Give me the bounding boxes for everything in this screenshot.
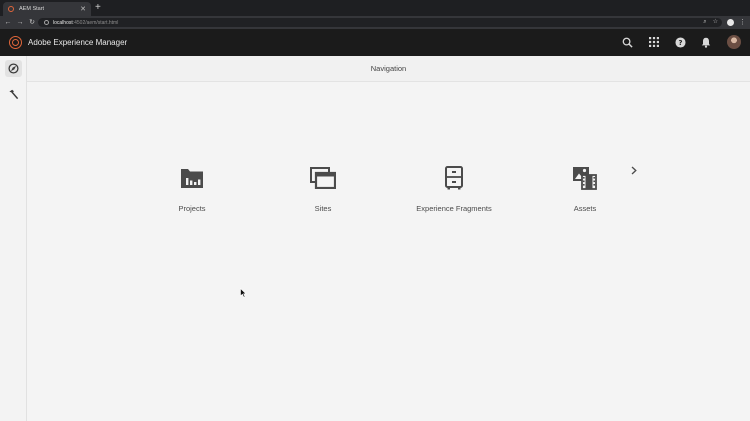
user-avatar[interactable] — [727, 35, 741, 49]
browser-menu-icon[interactable]: ⋮ — [739, 17, 746, 28]
tools-hammer-icon[interactable] — [5, 86, 22, 103]
nav-card-experience-fragments[interactable]: Experience Fragments — [394, 163, 514, 223]
site-info-icon[interactable] — [44, 20, 49, 25]
zoom-icon[interactable]: ⌕ — [703, 18, 706, 27]
new-tab-icon[interactable]: + — [95, 2, 101, 14]
nav-card-label: Sites — [314, 204, 332, 213]
mouse-cursor-icon — [240, 288, 247, 298]
bookmark-star-icon[interactable]: ☆ — [713, 18, 718, 27]
projects-icon — [181, 169, 203, 188]
svg-text:?: ? — [678, 38, 682, 46]
assets-icon — [573, 167, 597, 190]
adobe-logo-icon[interactable] — [9, 36, 22, 49]
nav-card-label: Assets — [573, 204, 597, 213]
browser-profile-icon[interactable] — [727, 19, 734, 26]
left-rail — [0, 56, 27, 421]
search-icon[interactable] — [620, 35, 634, 49]
url-path: :4502/aem/start.html — [72, 19, 119, 26]
nav-card-assets[interactable]: Assets — [525, 163, 645, 223]
sites-icon — [310, 167, 336, 189]
address-bar[interactable]: localhost:4502/aem/start.html ⌕ ☆ — [38, 18, 722, 27]
experience-fragments-icon — [445, 166, 463, 190]
bell-icon[interactable] — [699, 35, 713, 49]
browser-tabstrip: AEM Start ✕ + — [0, 0, 750, 16]
aem-favicon-icon — [8, 6, 14, 12]
nav-card-label: Projects — [178, 204, 206, 213]
title-bar: Navigation — [27, 56, 750, 82]
browser-tab[interactable]: AEM Start ✕ — [3, 2, 91, 16]
nav-card-sites[interactable]: Sites — [263, 163, 383, 223]
navigation-content — [27, 82, 750, 421]
page-title: Navigation — [370, 64, 407, 73]
tab-title: AEM Start — [19, 6, 45, 12]
nav-card-label: Experience Fragments — [416, 204, 492, 213]
chevron-right-icon[interactable] — [631, 166, 637, 175]
help-icon[interactable]: ? — [673, 35, 687, 49]
reload-icon[interactable]: ↻ — [26, 16, 38, 29]
url-host: localhost — [53, 19, 73, 26]
nav-card-projects[interactable]: Projects — [132, 163, 252, 223]
shell-header: Adobe Experience Manager ? — [0, 29, 750, 56]
close-tab-icon[interactable]: ✕ — [80, 6, 86, 13]
navigation-compass-icon[interactable] — [5, 60, 22, 77]
browser-toolbar: ← → ↻ localhost:4502/aem/start.html ⌕ ☆ … — [0, 16, 750, 29]
forward-icon[interactable]: → — [14, 16, 26, 29]
apps-grid-icon[interactable] — [647, 35, 661, 49]
back-icon[interactable]: ← — [2, 16, 14, 29]
app-title[interactable]: Adobe Experience Manager — [28, 37, 127, 48]
